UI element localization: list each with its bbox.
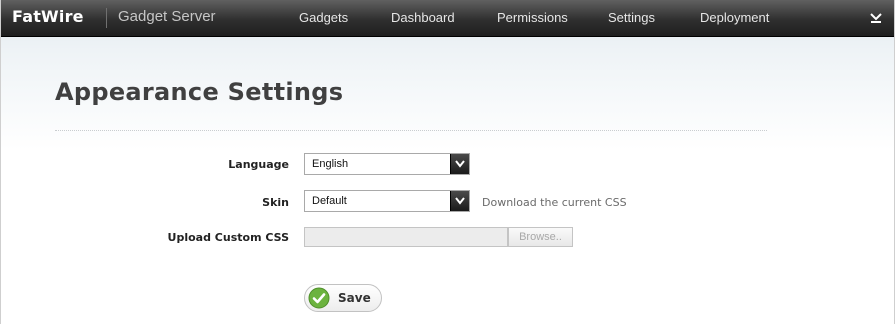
download-css-link[interactable]: Download the current CSS (482, 196, 627, 209)
title-divider (55, 130, 767, 131)
save-button-label: Save (338, 291, 371, 305)
chevron-down-icon[interactable] (450, 154, 469, 174)
checkmark-icon (308, 287, 330, 313)
upload-css-field[interactable] (304, 227, 508, 247)
upload-css-label: Upload Custom CSS (167, 231, 289, 244)
language-select[interactable]: English (304, 153, 470, 175)
brand-logo[interactable]: FatWire (12, 7, 84, 26)
save-button[interactable]: Save (304, 284, 382, 312)
top-navigation-bar: FatWire Gadget Server Gadgets Dashboard … (1, 0, 894, 37)
product-name: Gadget Server (118, 8, 216, 25)
skin-select[interactable]: Default (304, 190, 470, 212)
nav-dashboard[interactable]: Dashboard (391, 10, 455, 25)
nav-permissions[interactable]: Permissions (497, 10, 568, 25)
browse-button[interactable]: Browse.. (508, 227, 573, 247)
brand-divider (106, 8, 107, 28)
chevron-down-icon[interactable] (450, 191, 469, 211)
nav-settings[interactable]: Settings (608, 10, 655, 25)
nav-gadgets[interactable]: Gadgets (299, 10, 348, 25)
skin-label: Skin (262, 196, 289, 209)
page-title: Appearance Settings (55, 78, 344, 106)
nav-deployment[interactable]: Deployment (700, 10, 769, 25)
skin-selected-value: Default (312, 195, 347, 207)
chevron-down-icon[interactable] (869, 10, 887, 26)
app-frame: FatWire Gadget Server Gadgets Dashboard … (0, 0, 895, 324)
language-selected-value: English (312, 158, 349, 170)
language-label: Language (228, 158, 289, 171)
